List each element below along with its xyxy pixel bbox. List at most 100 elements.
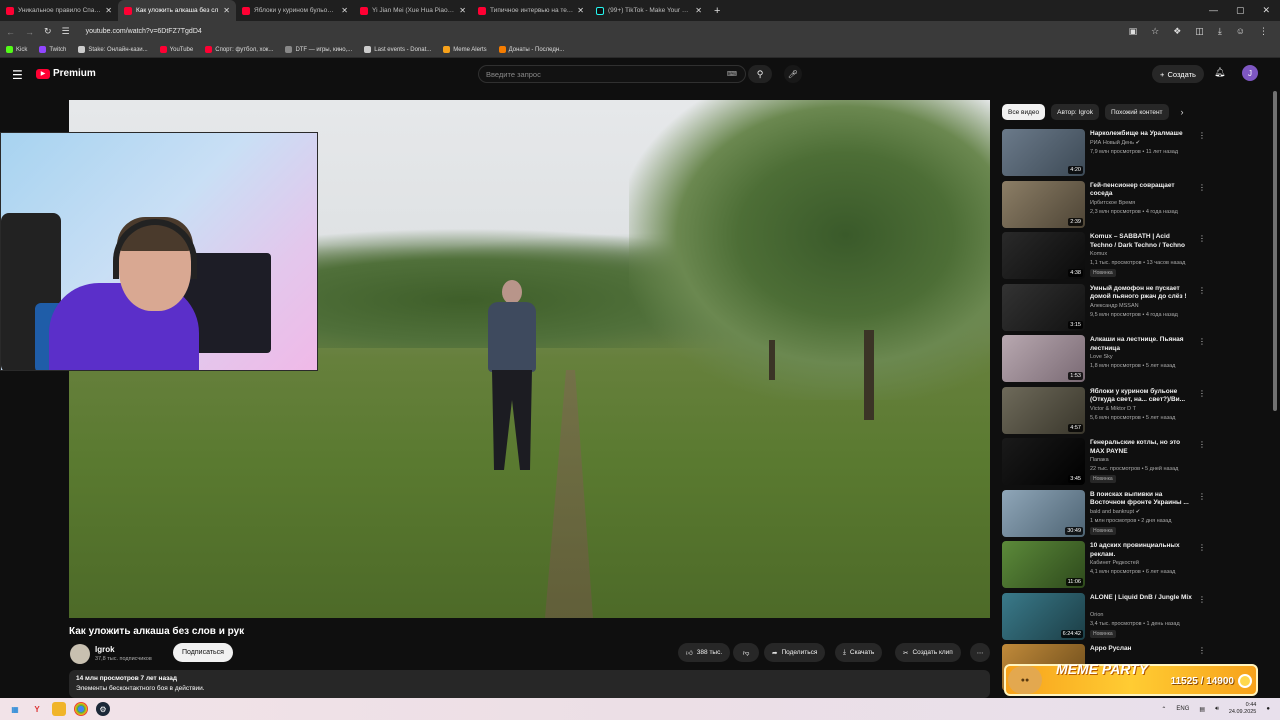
account-avatar[interactable]: J: [1242, 65, 1258, 81]
recommendation-item[interactable]: 30:49 В поисках выпивки на Восточном фрон…: [1002, 489, 1206, 542]
filter-chip[interactable]: Автор: Igrok: [1051, 104, 1099, 120]
search-button[interactable]: ⚲: [748, 65, 772, 83]
keyboard-icon[interactable]: ⌨: [727, 70, 737, 78]
close-tab-icon[interactable]: ✕: [577, 6, 584, 15]
site-info-icon[interactable]: ☰: [62, 26, 70, 37]
chrome-icon[interactable]: [74, 702, 88, 716]
profile-icon[interactable]: ☺: [1236, 26, 1245, 37]
more-options-icon[interactable]: ⋮: [1198, 492, 1206, 501]
more-options-icon[interactable]: ⋮: [1198, 389, 1206, 398]
search-input[interactable]: Введите запрос ⌨: [478, 65, 746, 83]
more-options-icon[interactable]: ⋮: [1198, 286, 1206, 295]
more-options-icon[interactable]: ⋮: [1198, 440, 1206, 449]
close-tab-icon[interactable]: ✕: [695, 6, 702, 15]
recommendation-channel[interactable]: Orion: [1090, 612, 1103, 618]
create-clip-button[interactable]: ✂ Создать клип: [895, 643, 961, 662]
hamburger-menu-icon[interactable]: ☰: [12, 68, 23, 82]
browser-tab[interactable]: (99+) TikTok - Make Your Day ✕: [590, 0, 708, 21]
create-button[interactable]: + Создать: [1152, 65, 1204, 83]
sidebar-icon[interactable]: ◫: [1195, 26, 1204, 37]
bookmark-star-icon[interactable]: ☆: [1151, 26, 1159, 37]
page-scrollbar[interactable]: [1273, 91, 1277, 411]
voice-search-button[interactable]: 🎤︎: [784, 65, 802, 83]
recommendation-channel[interactable]: Папака: [1090, 457, 1109, 463]
recommendation-title[interactable]: Арро Руслан: [1090, 645, 1194, 654]
recommendation-title[interactable]: Умный домофон не пускает домой пьяного р…: [1090, 285, 1194, 303]
recommendation-channel[interactable]: Кабинет Редкостей: [1090, 560, 1139, 566]
recommendation-channel[interactable]: Ирбитское Время: [1090, 200, 1135, 206]
yandex-browser-icon[interactable]: Y: [30, 702, 44, 716]
recommendation-title[interactable]: В поисках выпивки на Восточном фронте Ук…: [1090, 491, 1194, 509]
more-options-icon[interactable]: ⋮: [1198, 234, 1206, 243]
steam-icon[interactable]: ⚙: [96, 702, 110, 716]
notification-center-icon[interactable]: ●: [1266, 706, 1270, 712]
video-thumbnail[interactable]: 3:45: [1002, 438, 1085, 485]
bookmark-item[interactable]: Twitch: [39, 46, 66, 53]
recommendation-channel[interactable]: bald and bankrupt ✔: [1090, 509, 1140, 515]
recommendation-item[interactable]: 3:15 Умный домофон не пускает домой пьяно…: [1002, 283, 1206, 336]
video-thumbnail[interactable]: 3:15: [1002, 283, 1085, 331]
browser-tab[interactable]: Яблоки у курином бульоне (О ✕: [236, 0, 354, 21]
filter-chip[interactable]: Похожий контент: [1104, 104, 1169, 120]
close-window-icon[interactable]: ✕: [1262, 5, 1270, 16]
url-field[interactable]: youtube.com/watch?v=6DtFZ7TgdD4: [86, 28, 202, 35]
input-language[interactable]: ENG: [1176, 706, 1189, 712]
more-options-icon[interactable]: ⋮: [1198, 646, 1206, 655]
recommendation-channel[interactable]: Love Sky: [1090, 354, 1113, 360]
video-thumbnail[interactable]: 4:38: [1002, 232, 1085, 279]
close-tab-icon[interactable]: ✕: [341, 6, 348, 15]
more-options-icon[interactable]: ⋮: [1198, 543, 1206, 552]
recommendation-item[interactable]: 2:39 Гей-пенсионер совращает соседа Ирбитс…: [1002, 180, 1206, 233]
bookmark-item[interactable]: Спорт: футбол, хок...: [205, 46, 273, 53]
bookmark-item[interactable]: DTF — игры, кино,...: [285, 46, 352, 53]
browser-tab[interactable]: Уникальное правило Спанч Б ✕: [0, 0, 118, 21]
browser-tab[interactable]: Типичное интервью на телеви ✕: [472, 0, 590, 21]
maximize-icon[interactable]: ▢: [1236, 5, 1245, 16]
more-options-icon[interactable]: ⋮: [1198, 595, 1206, 604]
recommendation-title[interactable]: Генеральские котлы, но это MAX PAYNE: [1090, 439, 1194, 457]
extensions-icon[interactable]: ❖: [1173, 26, 1181, 37]
recommendation-item[interactable]: 1:53 Алкаши на лестнице. Пьяная лестница L…: [1002, 335, 1206, 387]
youtube-logo[interactable]: ▶ Premium: [36, 68, 96, 79]
video-thumbnail[interactable]: 6:24:42: [1002, 592, 1085, 640]
filter-chip[interactable]: Все видео: [1002, 104, 1046, 120]
new-tab-button[interactable]: +: [708, 5, 726, 17]
cast-icon[interactable]: ▣: [1129, 26, 1138, 37]
close-tab-icon[interactable]: ✕: [223, 6, 230, 15]
forward-icon[interactable]: →: [25, 27, 34, 37]
recommendation-title[interactable]: Гей-пенсионер совращает соседа: [1090, 182, 1194, 200]
channel-avatar[interactable]: [70, 644, 90, 664]
recommendation-channel[interactable]: Александр MSSAN: [1090, 303, 1139, 309]
recommendation-item[interactable]: 4:57 Яблоки у курином бульоне (Откуда све…: [1002, 386, 1206, 439]
bookmark-item[interactable]: YouTube: [159, 46, 193, 53]
share-button[interactable]: ➦ Поделиться: [764, 643, 826, 662]
notifications-bell-icon[interactable]: 🔔︎: [1214, 67, 1225, 78]
download-icon[interactable]: ⤓: [1218, 26, 1222, 37]
bookmark-item[interactable]: Meme Alerts: [443, 46, 487, 53]
recommendation-item[interactable]: 3:45 Генеральские котлы, но это MAX PAYNE…: [1002, 438, 1206, 490]
recommendation-item[interactable]: 4:20 Нарколежбище на Уралмаше РИА Новый Де…: [1002, 129, 1206, 181]
file-explorer-icon[interactable]: [52, 702, 66, 716]
recommendation-item[interactable]: 6:24:42 ALONE | Liquid DnB / Jungle Mix Or…: [1002, 592, 1206, 645]
video-thumbnail[interactable]: 30:49: [1002, 489, 1085, 537]
back-icon[interactable]: ←: [6, 27, 15, 37]
like-button[interactable]: 👍︎ 388 тыс.: [678, 643, 731, 662]
recommendation-item[interactable]: 11:06 10 адских провинциальных реклам. Каб…: [1002, 541, 1206, 593]
browser-menu-icon[interactable]: ⋮: [1259, 26, 1268, 37]
more-options-icon[interactable]: ⋮: [1198, 183, 1206, 192]
tray-chevron-icon[interactable]: ⌃: [1161, 706, 1166, 713]
download-button[interactable]: ⤓ Скачать: [835, 643, 883, 662]
more-actions-button[interactable]: ⋯: [970, 643, 990, 662]
reload-icon[interactable]: ↻: [44, 26, 52, 37]
subscribe-button[interactable]: Подписаться: [173, 643, 233, 662]
bookmark-item[interactable]: Kick: [6, 46, 27, 53]
video-thumbnail[interactable]: 2:39: [1002, 180, 1085, 228]
close-tab-icon[interactable]: ✕: [105, 6, 112, 15]
description-box[interactable]: 14 млн просмотров 7 лет назад Элементы б…: [69, 670, 990, 698]
recommendation-title[interactable]: 10 адских провинциальных реклам.: [1090, 542, 1194, 560]
more-options-icon[interactable]: ⋮: [1198, 131, 1206, 140]
browser-tab[interactable]: Yi Jian Mei (Xue Hua Piao Piao)✕: [354, 0, 472, 21]
recommendation-channel[interactable]: РИА Новый День ✔: [1090, 140, 1140, 146]
recommendation-title[interactable]: ALONE | Liquid DnB / Jungle Mix: [1090, 594, 1194, 603]
chevron-right-icon[interactable]: ›: [1181, 107, 1184, 117]
